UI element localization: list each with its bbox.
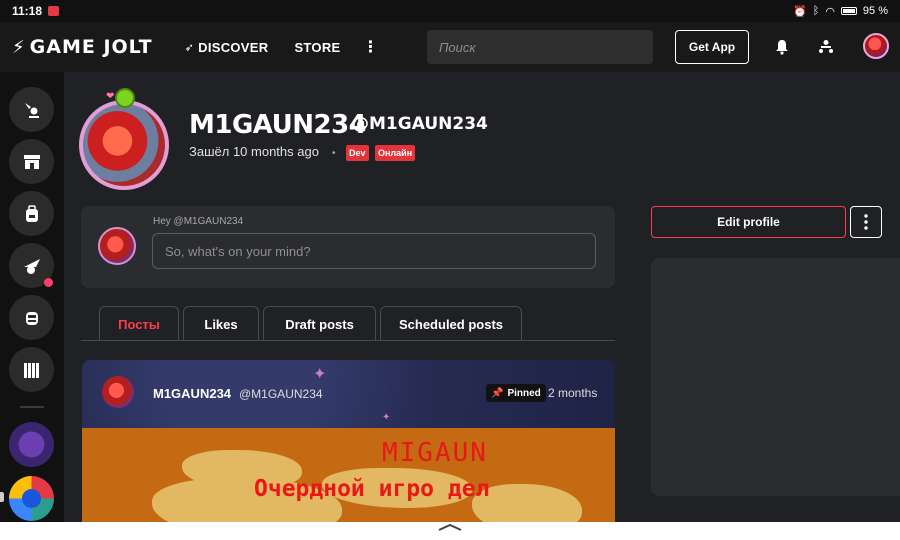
bolt-icon: ⚡ [12,36,26,58]
main-nav: ➶ DISCOVER STORE ⋮ [185,37,379,57]
side-panel [651,258,900,496]
store-icon [23,154,40,169]
search-input[interactable] [427,30,653,64]
online-badge: Онлайн [375,145,416,161]
more-menu-icon[interactable]: ⋮ [363,37,379,57]
star-decoration-icon: ✦ [313,366,327,383]
separator-dot: • [332,148,336,159]
tab-posts[interactable]: Посты [99,306,179,341]
post-author-name[interactable]: M1GAUN234 [153,386,231,401]
profile-handle: @M1GAUN234 [352,114,488,134]
post-header: ✦ ✦ M1GAUN234 @M1GAUN234 📌 Pinned 2 mont… [82,360,615,428]
top-bar: ⚡ GAME JOLT ➶ DISCOVER STORE ⋮ Get App [0,22,900,72]
wifi-icon: ◠ [825,5,835,18]
bluetooth-icon: ᛒ [812,5,820,17]
backpack-icon [25,204,38,222]
sidebar-library[interactable] [9,191,54,236]
post-author-handle[interactable]: @M1GAUN234 [239,387,323,401]
dev-badge: Dev [346,145,369,161]
tab-scheduled-posts[interactable]: Scheduled posts [380,306,522,341]
get-app-button[interactable]: Get App [675,30,749,64]
post-image[interactable]: MIGAUN Очердной игро дел [82,428,615,522]
status-time: 11:18 [12,4,43,18]
profile-tabs: Посты Likes Draft posts Scheduled posts [99,306,522,341]
system-nav-bar [0,522,900,540]
game-jolt-logo[interactable]: ⚡ GAME JOLT [12,36,153,58]
star-decoration-icon: ✦ [382,412,391,423]
post-input[interactable] [152,233,596,269]
profile-display-name: M1GAUN234 [189,110,367,140]
sidebar-collections[interactable] [9,347,54,392]
post-composer: Hey @M1GAUN234 [81,206,615,288]
community-avatar-1[interactable] [9,422,54,467]
battery-level: 95 % [862,5,888,17]
pinned-badge: 📌 Pinned [486,384,546,402]
sidebar-divider [20,406,44,408]
chevron-up-icon[interactable] [436,522,464,532]
alarm-icon: ⏰ [793,5,807,18]
frog-avatar-frame-icon [115,88,135,108]
logo-text: GAME JOLT [29,36,153,58]
discover-link[interactable]: ➶ DISCOVER [185,40,269,55]
activity-icon [24,102,39,118]
discover-icon: ➶ [184,41,195,54]
notification-dot [44,278,53,287]
bell-icon[interactable] [773,36,791,58]
pinned-label: Pinned [507,387,541,399]
shelf-icon [23,362,39,378]
sidebar-activity[interactable] [9,87,54,132]
post-author-avatar[interactable] [102,376,134,408]
community-avatar-2[interactable] [9,476,54,521]
pinned-post-card[interactable]: ✦ ✦ M1GAUN234 @M1GAUN234 📌 Pinned 2 mont… [82,360,615,522]
sidebar-store[interactable] [9,139,54,184]
heart-icon: ❤ [106,91,115,102]
quest-icon [23,258,40,274]
robot-icon [25,311,38,325]
friends-icon[interactable] [817,36,835,58]
discover-label: DISCOVER [198,39,269,55]
store-link[interactable]: STORE [294,40,340,55]
last-seen: Зашёл 10 months ago [189,144,319,159]
user-avatar[interactable] [863,33,889,59]
battery-icon [840,7,857,15]
kebab-icon [864,214,868,230]
notification-icon [48,6,60,16]
active-indicator [0,492,4,502]
profile-page: ❤ M1GAUN234 @M1GAUN234 Зашёл 10 months a… [64,72,900,522]
tab-draft-posts[interactable]: Draft posts [263,306,376,341]
left-sidebar [0,72,64,522]
composer-greeting: Hey @M1GAUN234 [153,216,244,227]
edit-profile-button[interactable]: Edit profile [651,206,846,238]
status-bar: 11:18 ⏰ ᛒ ◠ 95 % [0,0,900,22]
profile-options-button[interactable] [850,206,882,238]
tabs-underline [81,340,615,341]
image-subtitle: Очердной игро дел [254,476,490,502]
composer-avatar [98,227,136,265]
image-title: MIGAUN [382,438,488,468]
profile-avatar[interactable] [79,100,169,190]
post-time: 2 months [548,386,598,400]
pin-icon: 📌 [491,387,504,399]
status-icons: ⏰ ᛒ ◠ 95 % [793,5,888,18]
sidebar-chat[interactable] [9,295,54,340]
tab-likes[interactable]: Likes [183,306,259,341]
